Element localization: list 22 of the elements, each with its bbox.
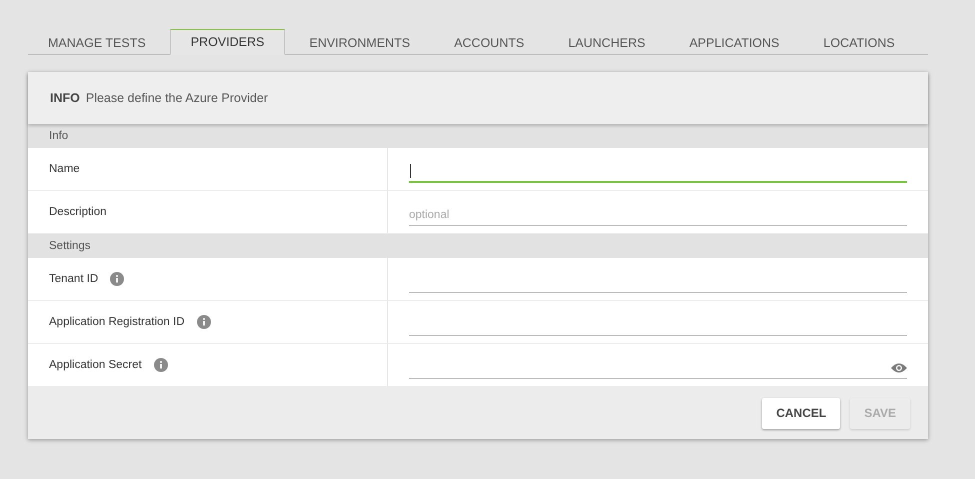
field-label: Description bbox=[49, 206, 107, 218]
cancel-button[interactable]: CANCEL bbox=[762, 398, 840, 428]
field-label: Tenant ID bbox=[49, 273, 98, 285]
header-title: INFO bbox=[50, 91, 80, 105]
tab[interactable]: ENVIRONMENTS bbox=[289, 29, 430, 55]
tab[interactable]: LAUNCHERS bbox=[548, 29, 666, 55]
field-label: Application Secret bbox=[49, 359, 142, 371]
header-message: Please define the Azure Provider bbox=[86, 91, 268, 105]
field-label: Name bbox=[49, 163, 80, 175]
info-icon[interactable] bbox=[154, 358, 168, 372]
tab[interactable]: PROVIDERS bbox=[170, 29, 286, 55]
tab[interactable]: ACCOUNTS bbox=[434, 29, 544, 55]
eye-icon[interactable] bbox=[891, 363, 907, 373]
input-field[interactable]: optional bbox=[409, 204, 907, 226]
info-icon[interactable] bbox=[196, 315, 211, 329]
field-label: Application Registration ID bbox=[49, 316, 185, 328]
tab[interactable]: APPLICATIONS bbox=[669, 29, 800, 55]
tab[interactable]: MANAGE TESTS bbox=[28, 29, 166, 55]
info-icon[interactable] bbox=[110, 272, 124, 286]
section-title: Info bbox=[49, 130, 68, 142]
tab[interactable]: LOCATIONS bbox=[803, 29, 915, 55]
section-title: Settings bbox=[49, 240, 91, 252]
